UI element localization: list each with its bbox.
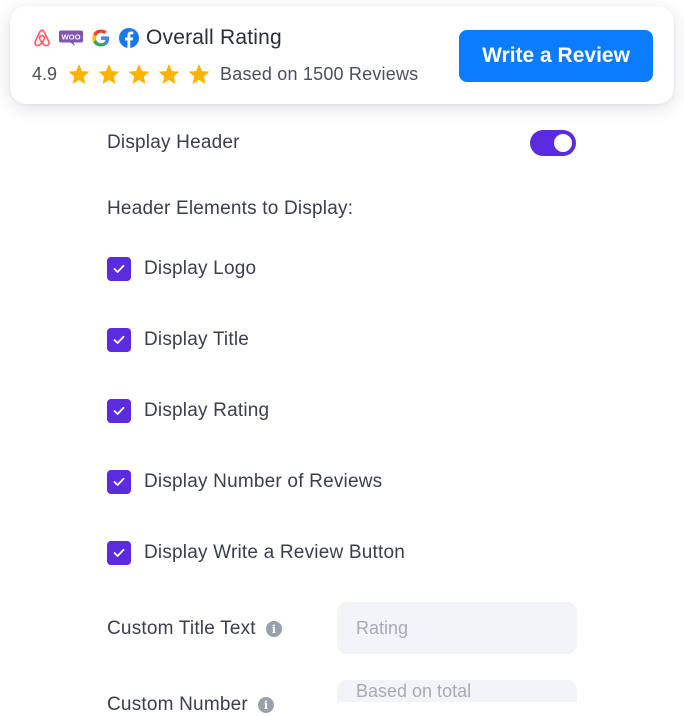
star-icon: [128, 64, 150, 84]
airbnb-icon: [32, 28, 52, 48]
facebook-icon: [118, 27, 140, 49]
info-icon[interactable]: i: [265, 621, 282, 637]
display-logo-checkbox[interactable]: [107, 257, 131, 281]
option-display-write-review-button[interactable]: Display Write a Review Button: [107, 541, 405, 565]
write-review-button[interactable]: Write a Review: [459, 30, 653, 82]
custom-title-field-label: Custom Title Text i: [107, 618, 282, 640]
info-icon[interactable]: i: [257, 697, 274, 713]
woo-logo-text: WOO: [62, 33, 81, 42]
platform-logos: WOO: [32, 27, 140, 49]
check-icon: [113, 477, 125, 486]
check-icon: [113, 406, 125, 415]
display-title-checkbox[interactable]: [107, 328, 131, 352]
custom-number-label: Custom Number: [107, 694, 248, 715]
custom-title-label: Custom Title Text: [107, 618, 256, 639]
header-preview-card: WOO Overall Rating 4.9 Based on 1500 Rev…: [10, 6, 674, 104]
display-title-label: Display Title: [144, 329, 250, 350]
display-write-review-button-label: Display Write a Review Button: [144, 542, 405, 563]
overall-rating-title: Overall Rating: [146, 26, 282, 49]
custom-number-input[interactable]: [337, 680, 577, 702]
custom-title-input[interactable]: [337, 602, 577, 654]
google-icon: [90, 27, 112, 49]
star-icon: [98, 64, 120, 84]
woo-icon: WOO: [58, 29, 84, 47]
star-icon: [68, 64, 90, 84]
display-logo-label: Display Logo: [144, 258, 257, 279]
option-display-number-of-reviews[interactable]: Display Number of Reviews: [107, 470, 382, 494]
display-number-of-reviews-label: Display Number of Reviews: [144, 471, 383, 492]
star-icon: [158, 64, 180, 84]
display-write-review-button-checkbox[interactable]: [107, 541, 131, 565]
option-display-title[interactable]: Display Title: [107, 328, 249, 352]
check-icon: [113, 264, 125, 273]
star-rating: [67, 63, 211, 86]
display-number-of-reviews-checkbox[interactable]: [107, 470, 131, 494]
rating-summary: 4.9 Based on 1500 Reviews: [32, 63, 418, 86]
check-icon: [113, 548, 125, 557]
display-rating-label: Display Rating: [144, 400, 270, 421]
display-header-label: Display Header: [107, 132, 240, 153]
display-rating-checkbox[interactable]: [107, 399, 131, 423]
header-elements-heading: Header Elements to Display:: [107, 198, 354, 219]
display-header-toggle[interactable]: [530, 130, 576, 156]
check-icon: [113, 335, 125, 344]
option-display-logo[interactable]: Display Logo: [107, 257, 256, 281]
toggle-knob: [554, 134, 572, 152]
option-display-rating[interactable]: Display Rating: [107, 399, 269, 423]
custom-number-field-label: Custom Number i: [107, 694, 274, 716]
rating-value: 4.9: [32, 64, 58, 84]
review-count-text: Based on 1500 Reviews: [220, 64, 419, 84]
star-icon: [188, 64, 210, 84]
